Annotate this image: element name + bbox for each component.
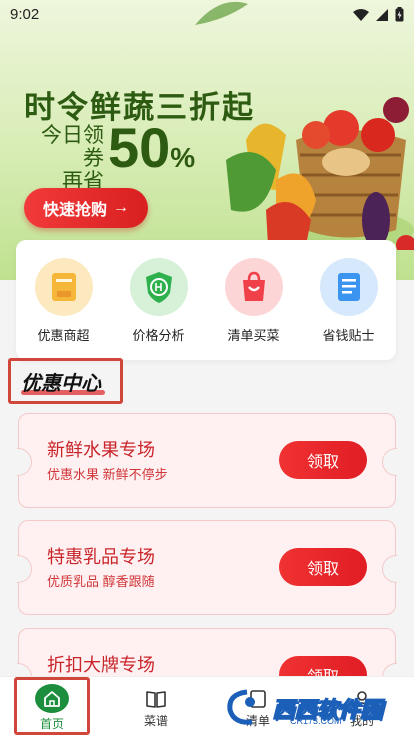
quick-nav: 优惠商超 价格分析 清单买菜 省钱贴士 — [16, 240, 396, 360]
quick-buy-button[interactable]: 快速抢购 → — [24, 188, 148, 228]
quick-nav-label: 省钱贴士 — [322, 328, 375, 343]
book-icon — [146, 691, 166, 708]
hero-banner[interactable]: 9:02 时令鲜蔬三折起 今日领券 再省 50% 快速抢购 → — [0, 0, 414, 280]
section-title-text: 优惠中心 — [21, 367, 105, 396]
claim-button[interactable]: 领取 — [279, 548, 367, 586]
coupon-card-fruit: 新鲜水果专场 优惠水果 新鲜不停步 领取 — [17, 413, 397, 508]
signal-icon — [376, 8, 388, 21]
tab-label: 菜谱 — [143, 714, 168, 728]
hero-discount-value: 50 — [108, 116, 171, 179]
section-title-discount-center: 优惠中心 — [8, 358, 123, 404]
wifi-icon — [353, 8, 369, 21]
watermark-logo: 西西软件园 CR173.COM — [222, 686, 392, 730]
coupon-desc: 优质乳品 醇香跟随 — [47, 574, 155, 589]
watermark-swirl-icon — [227, 689, 255, 725]
tag-icon — [34, 258, 93, 316]
quick-nav-item-saving-tips[interactable]: 省钱贴士 — [304, 258, 394, 360]
clipboard-icon — [319, 258, 378, 316]
claim-button[interactable]: 领取 — [279, 441, 367, 479]
hero-discount: 50% — [108, 120, 195, 186]
leaf-decoration-icon — [195, 1, 248, 25]
coupon-title: 特惠乳品专场 — [47, 547, 155, 567]
battery-icon — [395, 7, 404, 22]
hero-sub-line1: 今日领券 — [41, 124, 104, 170]
arrow-right-icon: → — [113, 199, 129, 216]
quick-nav-label: 优惠商超 — [37, 328, 90, 343]
coupon-title: 折扣大牌专场 — [47, 655, 155, 675]
tab-recipes[interactable]: 菜谱 — [118, 679, 194, 735]
quick-nav-label: 价格分析 — [132, 328, 185, 343]
shopping-bag-icon — [224, 258, 283, 316]
quick-nav-item-price-analysis[interactable]: 价格分析 — [114, 258, 204, 360]
status-time: 9:02 — [10, 6, 40, 23]
coupon-desc: 优惠水果 新鲜不停步 — [47, 467, 168, 482]
quick-nav-item-list-shopping[interactable]: 清单买菜 — [209, 258, 299, 360]
shield-price-icon — [129, 258, 188, 316]
tab-home[interactable]: 首页 — [14, 677, 90, 735]
quick-nav-item-discount-supermarket[interactable]: 优惠商超 — [19, 258, 109, 360]
home-icon — [35, 684, 69, 713]
quick-buy-label: 快速抢购 — [42, 202, 107, 219]
coupon-title: 新鲜水果专场 — [47, 440, 155, 460]
status-icons — [353, 7, 404, 22]
coupon-card-dairy: 特惠乳品专场 优质乳品 醇香跟随 领取 — [17, 520, 397, 615]
watermark-url: CR173.COM — [290, 716, 342, 726]
hero-subtitle: 今日领券 再省 — [24, 124, 104, 193]
tab-label: 首页 — [39, 717, 64, 731]
hero-discount-sign: % — [170, 142, 196, 173]
quick-nav-label: 清单买菜 — [227, 328, 280, 343]
